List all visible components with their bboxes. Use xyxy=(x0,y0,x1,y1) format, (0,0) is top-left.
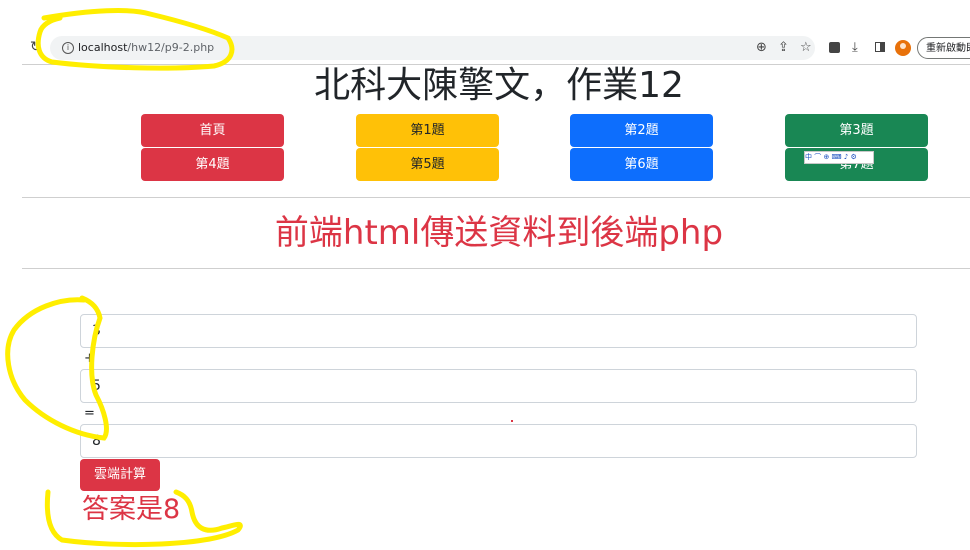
nav-home-button[interactable]: 首頁 xyxy=(141,114,284,147)
profile-avatar[interactable] xyxy=(895,40,911,56)
ime-toolbar[interactable]: 中 ⌒ ⊕ ⌨ ♪ ⚙ xyxy=(804,151,874,164)
nav-q2-button[interactable]: 第2題 xyxy=(570,114,713,147)
site-info-icon[interactable]: i xyxy=(62,42,74,54)
page-title: 北科大陳擎文，作業12 xyxy=(314,65,684,106)
nav-q4-button[interactable]: 第4題 xyxy=(141,148,284,181)
zoom-icon[interactable]: ⊕ xyxy=(756,40,767,56)
download-icon[interactable]: ⤓ xyxy=(852,40,858,55)
nav-divider xyxy=(22,197,970,198)
operand2-input[interactable]: 5 xyxy=(80,369,917,403)
nav-q6-button[interactable]: 第6題 xyxy=(570,148,713,181)
equals-label: = xyxy=(84,406,95,421)
restart-button[interactable]: 重新啟動即 xyxy=(917,37,970,59)
result-input[interactable]: 8 xyxy=(80,424,917,458)
nav-q5-button[interactable]: 第5題 xyxy=(356,148,499,181)
side-panel-icon[interactable] xyxy=(875,42,885,52)
cloud-calculate-button[interactable]: 雲端計算 xyxy=(80,459,160,491)
extensions-puzzle-icon[interactable] xyxy=(829,42,840,53)
page-subtitle: 前端html傳送資料到後端php xyxy=(274,213,724,253)
answer-text: 答案是8 xyxy=(82,494,181,525)
reload-icon[interactable]: ↻ xyxy=(30,39,42,55)
subtitle-divider xyxy=(22,268,970,269)
url-path: /hw12/p9-2.php xyxy=(127,41,215,54)
operand1-input[interactable]: 3 xyxy=(80,314,917,348)
url-host: localhost xyxy=(78,41,128,54)
url-text[interactable]: localhost/hw12/p9-2.php xyxy=(78,41,214,54)
nav-q1-button[interactable]: 第1題 xyxy=(356,114,499,147)
browser-toolbar: ↻ i localhost/hw12/p9-2.php ⊕ ⇪ ☆ ⤓ 重新啟動… xyxy=(0,0,970,64)
nav-q3-button[interactable]: 第3題 xyxy=(785,114,928,147)
bookmark-star-icon[interactable]: ☆ xyxy=(800,40,812,56)
plus-label: + xyxy=(84,351,95,366)
stray-dot xyxy=(511,420,513,422)
share-icon[interactable]: ⇪ xyxy=(778,40,789,56)
